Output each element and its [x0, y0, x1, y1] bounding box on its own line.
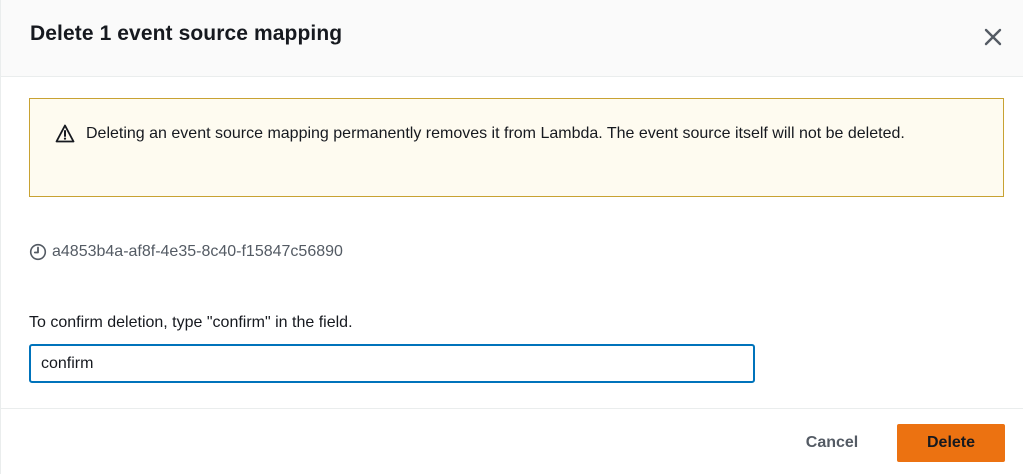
- close-button[interactable]: [980, 24, 1006, 50]
- clock-icon: [29, 243, 47, 261]
- warning-alert: Deleting an event source mapping permane…: [29, 98, 1004, 197]
- warning-triangle-icon: [55, 124, 75, 143]
- confirm-label: To confirm deletion, type "confirm" in t…: [29, 314, 353, 331]
- confirm-input[interactable]: [29, 344, 755, 383]
- footer-divider: [1, 408, 1023, 409]
- delete-modal: Delete 1 event source mapping Deleting a…: [0, 0, 1023, 474]
- modal-title: Delete 1 event source mapping: [30, 22, 343, 45]
- warning-text: Deleting an event source mapping permane…: [86, 125, 905, 142]
- resource-id: a4853b4a-af8f-4e35-8c40-f15847c56890: [52, 243, 343, 260]
- delete-button[interactable]: Delete: [897, 424, 1005, 462]
- cancel-button[interactable]: Cancel: [787, 424, 877, 462]
- close-icon: [984, 28, 1002, 46]
- modal-header: Delete 1 event source mapping: [1, 0, 1023, 77]
- resource-item: a4853b4a-af8f-4e35-8c40-f15847c56890: [29, 243, 343, 261]
